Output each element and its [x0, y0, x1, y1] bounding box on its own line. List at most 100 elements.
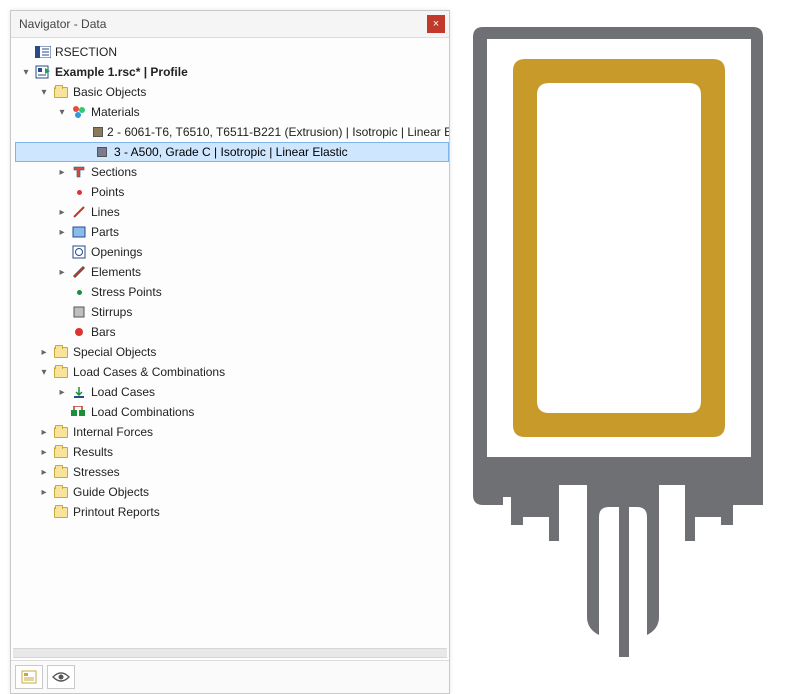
tree-material-3-label: 3 - A500, Grade C | Isotropic | Linear E… — [114, 145, 354, 159]
tab-data-button[interactable] — [15, 665, 43, 689]
horizontal-scrollbar[interactable] — [13, 648, 447, 658]
tree-openings[interactable]: Openings — [15, 242, 449, 262]
bars-icon — [71, 324, 87, 340]
tree-stresses[interactable]: ▸ Stresses — [15, 462, 449, 482]
tree-load-cases-label: Load Cases — [91, 385, 161, 399]
tree-root-label: RSECTION — [55, 45, 123, 59]
tree-guide-objects-label: Guide Objects — [73, 485, 155, 499]
eye-icon — [52, 671, 70, 683]
lines-icon — [71, 204, 87, 220]
expander-icon[interactable]: ▸ — [37, 445, 51, 459]
tree-material-3[interactable]: 3 - A500, Grade C | Isotropic | Linear E… — [15, 142, 449, 162]
materials-icon — [71, 104, 87, 120]
tree-printout-reports-label: Printout Reports — [73, 505, 166, 519]
expander-icon[interactable]: ▸ — [37, 345, 51, 359]
tree-bars-label: Bars — [91, 325, 122, 339]
tree-sections[interactable]: ▸ Sections — [15, 162, 449, 182]
material-swatch-icon — [94, 144, 110, 160]
tree-results-label: Results — [73, 445, 119, 459]
tree-project-label: Example 1.rsc* | Profile — [55, 65, 194, 79]
expander-icon[interactable]: ▸ — [55, 205, 69, 219]
folder-icon — [53, 424, 69, 440]
tree-lines[interactable]: ▸ Lines — [15, 202, 449, 222]
tree-material-2[interactable]: 2 - 6061-T6, T6510, T6511-B221 (Extrusio… — [15, 122, 449, 142]
folder-icon — [53, 464, 69, 480]
tree-materials[interactable]: ▾ Materials — [15, 102, 449, 122]
expander-icon[interactable]: ▸ — [55, 165, 69, 179]
sections-icon — [71, 164, 87, 180]
tree-stirrups[interactable]: Stirrups — [15, 302, 449, 322]
project-icon — [35, 64, 51, 80]
tree-project[interactable]: ▾ Example 1.rsc* | Profile — [15, 62, 449, 82]
app-root: Navigator - Data × RSECTION ▾ Example 1.… — [0, 0, 786, 694]
expander-icon[interactable]: ▸ — [55, 225, 69, 239]
profile-inner-material — [513, 59, 725, 437]
tree-special-objects[interactable]: ▸ Special Objects — [15, 342, 449, 362]
panel-title: Navigator - Data — [19, 17, 106, 31]
expander-icon[interactable]: ▸ — [37, 425, 51, 439]
load-combinations-icon — [71, 404, 87, 420]
tree-elements[interactable]: ▸ Elements — [15, 262, 449, 282]
folder-icon — [53, 84, 69, 100]
data-tab-icon — [21, 670, 37, 684]
stirrups-icon — [71, 304, 87, 320]
app-icon — [35, 44, 51, 60]
tree-stresses-label: Stresses — [73, 465, 126, 479]
expander-icon[interactable]: ▸ — [55, 385, 69, 399]
expander-icon[interactable]: ▸ — [37, 465, 51, 479]
expander-icon[interactable]: ▾ — [37, 365, 51, 379]
expander-icon[interactable]: ▾ — [19, 65, 33, 79]
folder-icon — [53, 504, 69, 520]
expander-icon[interactable]: ▸ — [55, 265, 69, 279]
tree-basic-objects-label: Basic Objects — [73, 85, 152, 99]
tree-guide-objects[interactable]: ▸ Guide Objects — [15, 482, 449, 502]
openings-icon — [71, 244, 87, 260]
tree-bars[interactable]: Bars — [15, 322, 449, 342]
tree-basic-objects[interactable]: ▾ Basic Objects — [15, 82, 449, 102]
tree-elements-label: Elements — [91, 265, 147, 279]
tree-points[interactable]: Points — [15, 182, 449, 202]
tree-sections-label: Sections — [91, 165, 143, 179]
model-viewport[interactable] — [450, 0, 786, 694]
tree-load-combinations-label: Load Combinations — [91, 405, 200, 419]
tree-points-label: Points — [91, 185, 130, 199]
stress-points-icon — [71, 284, 87, 300]
profile-drawing — [463, 17, 773, 677]
panel-header: Navigator - Data × — [11, 11, 449, 38]
folder-icon — [53, 344, 69, 360]
tree-load-cases-comb[interactable]: ▾ Load Cases & Combinations — [15, 362, 449, 382]
tree-openings-label: Openings — [91, 245, 148, 259]
tree-stirrups-label: Stirrups — [91, 305, 138, 319]
tree-material-2-label: 2 - 6061-T6, T6510, T6511-B221 (Extrusio… — [107, 125, 449, 139]
tree-results[interactable]: ▸ Results — [15, 442, 449, 462]
tree-load-cases-comb-label: Load Cases & Combinations — [73, 365, 231, 379]
folder-icon — [53, 444, 69, 460]
tree-load-cases[interactable]: ▸ Load Cases — [15, 382, 449, 402]
load-cases-icon — [71, 384, 87, 400]
points-icon — [71, 184, 87, 200]
tree-special-objects-label: Special Objects — [73, 345, 162, 359]
tree-printout-reports[interactable]: Printout Reports — [15, 502, 449, 522]
close-button[interactable]: × — [427, 15, 445, 33]
parts-icon — [71, 224, 87, 240]
expander-icon[interactable]: ▸ — [37, 485, 51, 499]
tab-view-button[interactable] — [47, 665, 75, 689]
folder-icon — [53, 364, 69, 380]
expander-icon[interactable]: ▾ — [37, 85, 51, 99]
folder-icon — [53, 484, 69, 500]
tree-stress-points[interactable]: Stress Points — [15, 282, 449, 302]
tree-materials-label: Materials — [91, 105, 146, 119]
tree-load-combinations[interactable]: Load Combinations — [15, 402, 449, 422]
tree-internal-forces-label: Internal Forces — [73, 425, 159, 439]
tree-internal-forces[interactable]: ▸ Internal Forces — [15, 422, 449, 442]
expander-icon[interactable]: ▾ — [55, 105, 69, 119]
tree-parts-label: Parts — [91, 225, 125, 239]
elements-icon — [71, 264, 87, 280]
tree-parts[interactable]: ▸ Parts — [15, 222, 449, 242]
close-icon: × — [433, 18, 439, 30]
tree-lines-label: Lines — [91, 205, 126, 219]
tree-root[interactable]: RSECTION — [15, 42, 449, 62]
material-swatch-icon — [93, 124, 103, 140]
tree-stress-points-label: Stress Points — [91, 285, 168, 299]
tree-view[interactable]: RSECTION ▾ Example 1.rsc* | Profile ▾ Ba… — [11, 38, 449, 646]
